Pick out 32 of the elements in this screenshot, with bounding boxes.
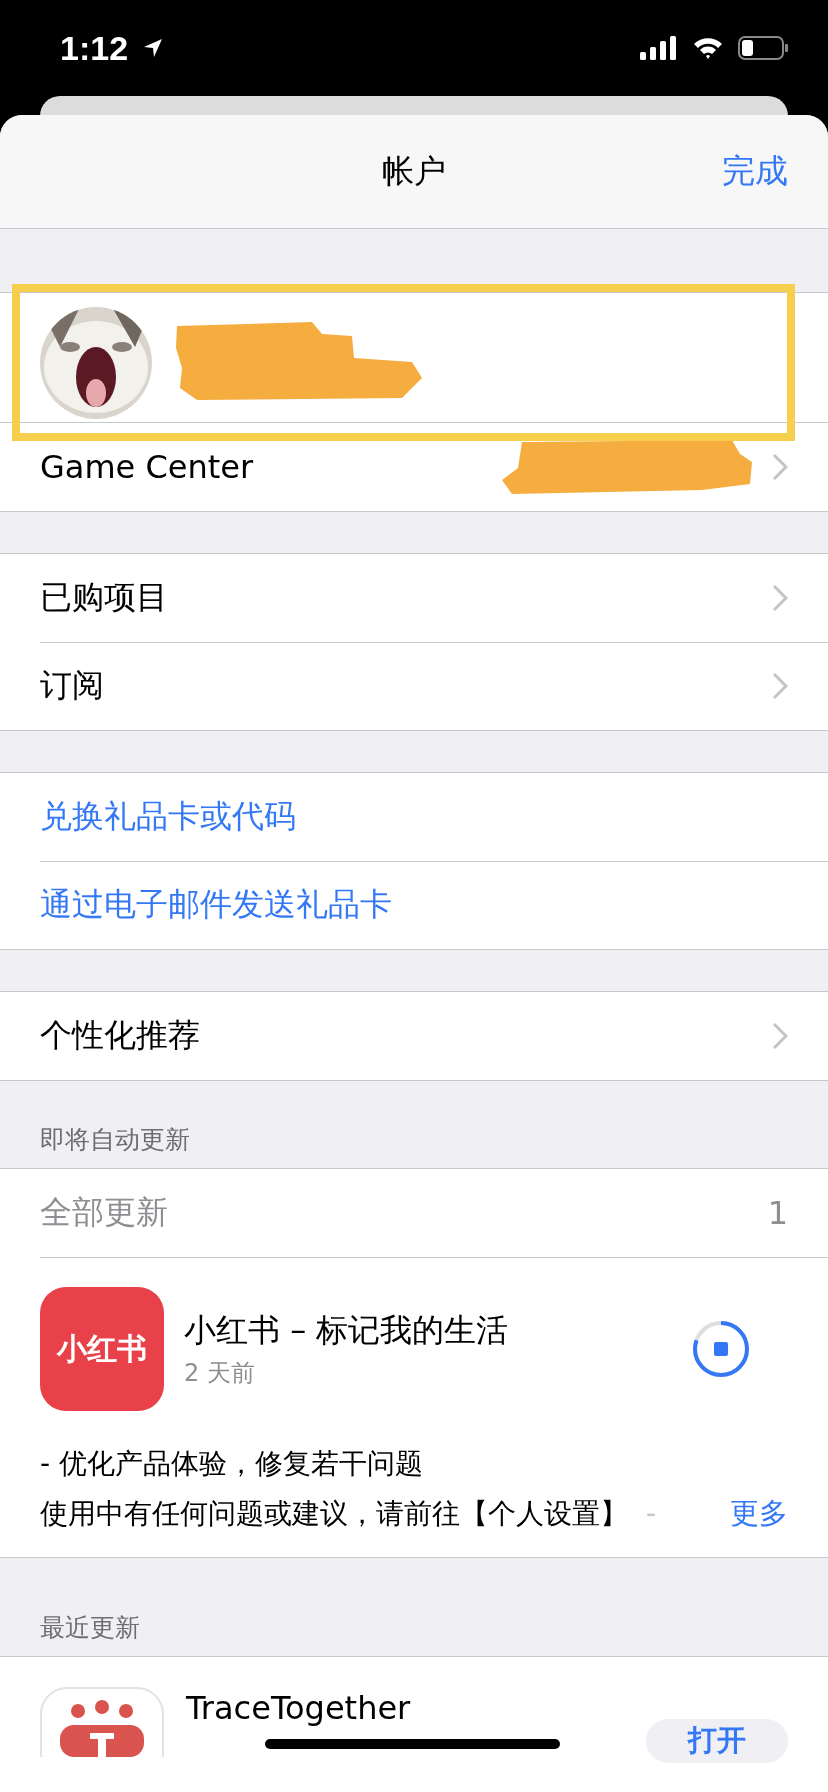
app-name: 小红书 – 标记我的生活 <box>184 1310 509 1351</box>
update-all-link[interactable]: 全部更新 <box>40 1191 168 1235</box>
section-header: 即将自动更新 <box>40 1124 190 1156</box>
status-time: 1:12 <box>60 28 129 68</box>
list-item[interactable]: 个性化推荐 <box>0 992 828 1080</box>
update-count: 1 <box>767 1194 788 1232</box>
row-label: Game Center <box>40 448 254 486</box>
wifi-icon <box>692 36 724 60</box>
list-item[interactable]: 订阅 <box>0 642 828 730</box>
download-progress-button[interactable] <box>690 1318 752 1380</box>
location-arrow-icon <box>142 37 165 59</box>
release-note: - 优化产品体验，修复若干问题 <box>40 1446 424 1482</box>
section-header: 最近更新 <box>40 1612 140 1644</box>
chevron-icon <box>772 672 788 700</box>
signal-icon <box>640 36 678 60</box>
list-item[interactable]: 已购项目 <box>0 554 828 642</box>
chevron-icon <box>772 453 788 481</box>
list-item[interactable]: 通过电子邮件发送礼品卡 <box>0 861 828 949</box>
open-button[interactable]: 打开 <box>646 1719 788 1763</box>
chevron-icon <box>772 584 788 612</box>
app-icon[interactable] <box>40 1687 164 1757</box>
update-age: 2 天前 <box>184 1358 256 1389</box>
more-link[interactable]: 更多 <box>730 1494 788 1534</box>
chevron-icon <box>772 1022 788 1050</box>
done-button[interactable]: 完成 <box>722 149 788 194</box>
fade-dash: - <box>646 1496 657 1532</box>
battery-icon <box>738 36 788 60</box>
list-item[interactable]: 兑换礼品卡或代码 <box>0 773 828 861</box>
sheet-title: 帐户 <box>382 150 446 192</box>
release-note: 使用中有任何问题或建议，请前往【个人设置】 <box>40 1496 628 1532</box>
app-icon[interactable]: 小红书 <box>40 1287 164 1411</box>
app-name: TraceTogether <box>186 1689 411 1727</box>
